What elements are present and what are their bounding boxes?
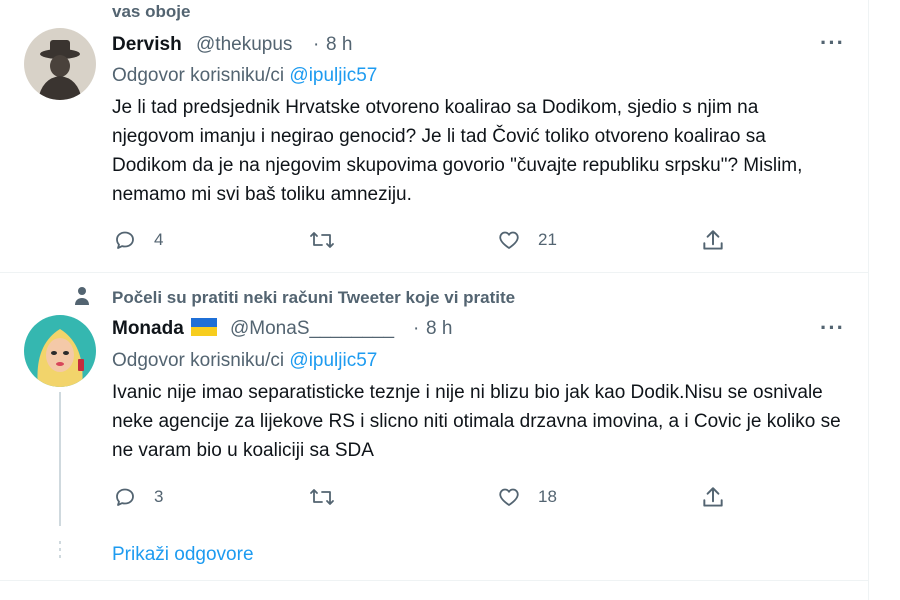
avatar[interactable]	[24, 315, 96, 387]
share-button[interactable]	[700, 485, 726, 511]
timestamp[interactable]: 8 h	[426, 318, 452, 340]
author-handle[interactable]: @MonaS________	[230, 318, 394, 340]
like-icon	[499, 231, 519, 249]
person-icon	[75, 287, 89, 305]
divider	[0, 580, 868, 581]
tweet-text: Je li tad predsjednik Hrvatske otvoreno …	[112, 97, 803, 205]
like-count: 21	[538, 230, 557, 249]
thread-dots	[58, 541, 62, 562]
tweet-text: Ivanic nije imao separatisticke teznje i…	[112, 382, 841, 461]
author-name[interactable]: Monada	[112, 318, 218, 340]
reply-icon	[116, 231, 134, 249]
author-name[interactable]: Dervish	[112, 34, 182, 56]
share-button[interactable]	[700, 228, 726, 254]
avatar[interactable]	[24, 28, 96, 100]
timestamp[interactable]: 8 h	[326, 34, 352, 56]
share-icon	[703, 487, 723, 507]
ukraine-flag-icon	[191, 318, 218, 336]
retweet-icon	[310, 489, 334, 505]
reply-context: Odgovor korisniku/ci @ipuljic57	[112, 350, 377, 372]
reply-button[interactable]: 4	[112, 228, 163, 252]
reply-mention-link[interactable]: @ipuljic57	[289, 65, 377, 86]
like-button[interactable]: 21	[496, 228, 557, 252]
thread-line	[59, 392, 61, 526]
reply-count: 4	[154, 230, 164, 249]
author-handle[interactable]: @thekupus	[196, 34, 292, 56]
show-replies-link[interactable]: Prikaži odgovore	[112, 544, 254, 566]
divider	[0, 272, 868, 273]
share-icon	[703, 230, 723, 250]
like-icon	[499, 488, 519, 506]
retweet-button[interactable]	[308, 228, 352, 252]
reply-button[interactable]: 3	[112, 485, 163, 509]
author-name-text[interactable]: Monada	[112, 318, 184, 339]
social-context: Počeli su pratiti neki računi Tweeter ko…	[112, 288, 516, 307]
more-icon[interactable]: ···	[820, 32, 845, 54]
more-icon[interactable]: ···	[820, 317, 845, 339]
like-button[interactable]: 18	[496, 485, 557, 509]
reply-context: Odgovor korisniku/ci @ipuljic57	[112, 65, 377, 87]
reply-prefix: Odgovor korisniku/ci	[112, 65, 285, 86]
timeline-column: vas oboje Dervish @thekupus · 8 h ··· Od…	[0, 0, 869, 600]
previous-tweet-fragment: vas oboje	[112, 2, 191, 21]
reply-count: 3	[154, 487, 164, 506]
reply-icon	[116, 488, 134, 506]
separator-dot: ·	[413, 318, 420, 339]
reply-prefix: Odgovor korisniku/ci	[112, 350, 285, 371]
retweet-icon	[310, 232, 334, 248]
reply-mention-link[interactable]: @ipuljic57	[289, 350, 377, 371]
like-count: 18	[538, 487, 557, 506]
retweet-button[interactable]	[308, 485, 352, 509]
separator-dot: ·	[313, 34, 320, 55]
